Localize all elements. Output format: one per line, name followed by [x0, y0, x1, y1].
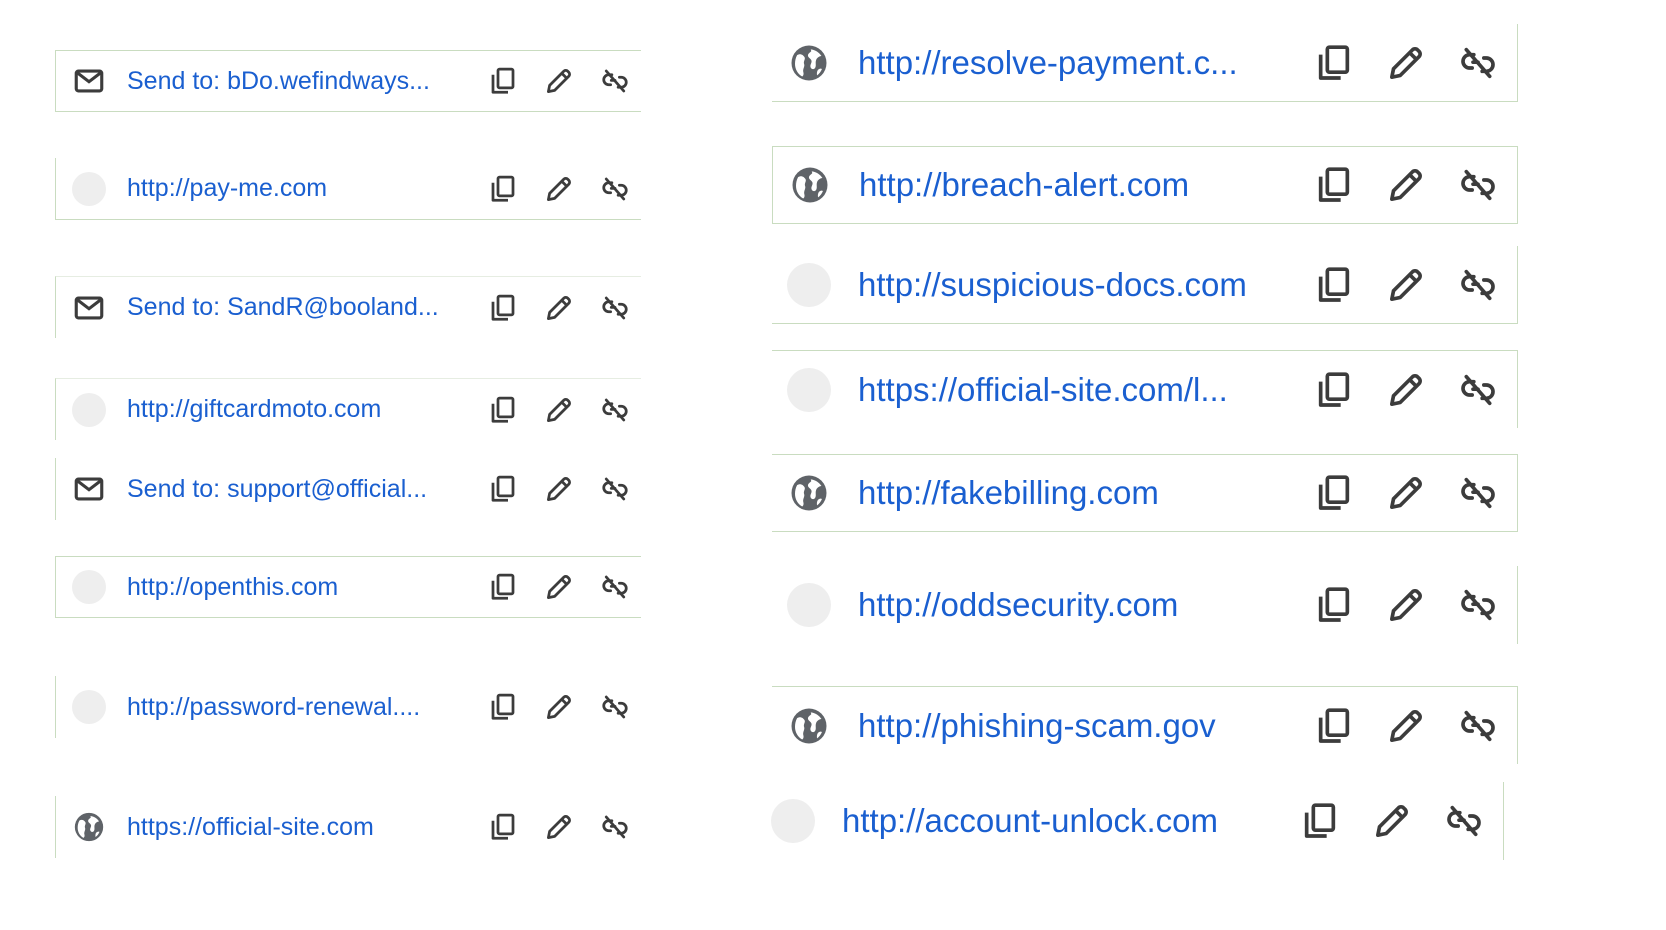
pencil-icon[interactable] [543, 394, 575, 426]
placeholder-icon [70, 570, 108, 604]
link-text[interactable]: http://fakebilling.com [858, 474, 1313, 512]
copy-icon[interactable] [1313, 705, 1355, 747]
copy-icon[interactable] [1313, 472, 1355, 514]
link-text[interactable]: http://resolve-payment.c... [858, 44, 1313, 82]
link-text[interactable]: http://breach-alert.com [859, 166, 1313, 204]
mail-icon [70, 472, 108, 506]
pencil-icon[interactable] [1385, 164, 1427, 206]
pencil-icon[interactable] [1385, 705, 1427, 747]
link-chip: Send to: SandR@booland... [55, 276, 641, 338]
mail-icon [70, 64, 108, 98]
copy-icon[interactable] [487, 65, 519, 97]
placeholder-icon [70, 690, 108, 724]
unlink-icon[interactable] [1457, 369, 1499, 411]
placeholder-icon [786, 262, 832, 307]
pencil-icon[interactable] [543, 292, 575, 324]
pencil-icon[interactable] [1385, 264, 1427, 306]
link-chip: http://resolve-payment.c... [772, 24, 1518, 102]
unlink-icon[interactable] [599, 173, 631, 205]
link-text[interactable]: http://oddsecurity.com [858, 586, 1313, 624]
unlink-icon[interactable] [599, 811, 631, 843]
pencil-icon[interactable] [1385, 584, 1427, 626]
link-text[interactable]: https://official-site.com [127, 813, 487, 842]
pencil-icon[interactable] [1371, 800, 1413, 842]
globe-icon [70, 810, 108, 844]
copy-icon[interactable] [487, 811, 519, 843]
placeholder-icon [786, 367, 832, 412]
copy-icon[interactable] [487, 394, 519, 426]
copy-icon[interactable] [1313, 369, 1355, 411]
copy-icon[interactable] [487, 571, 519, 603]
link-chip: http://openthis.com [55, 556, 641, 618]
placeholder-icon [70, 392, 108, 427]
copy-icon[interactable] [1299, 800, 1341, 842]
copy-icon[interactable] [487, 173, 519, 205]
link-text[interactable]: http://account-unlock.com [842, 802, 1299, 840]
unlink-icon[interactable] [599, 571, 631, 603]
copy-icon[interactable] [487, 473, 519, 505]
unlink-icon[interactable] [599, 394, 631, 426]
copy-icon[interactable] [1313, 264, 1355, 306]
link-text[interactable]: Send to: support@official... [127, 475, 487, 504]
link-text[interactable]: Send to: SandR@booland... [127, 293, 487, 322]
copy-icon[interactable] [487, 691, 519, 723]
pencil-icon[interactable] [543, 811, 575, 843]
link-chip: https://official-site.com/l... [772, 350, 1518, 428]
pencil-icon[interactable] [543, 173, 575, 205]
placeholder-icon [70, 171, 108, 206]
unlink-icon[interactable] [599, 292, 631, 324]
link-text[interactable]: Send to: bDo.wefindways... [127, 67, 487, 96]
link-chip: http://giftcardmoto.com [55, 378, 641, 440]
link-chip: http://pay-me.com [55, 158, 641, 220]
copy-icon[interactable] [487, 292, 519, 324]
unlink-icon[interactable] [1457, 264, 1499, 306]
copy-icon[interactable] [1313, 42, 1355, 84]
globe-icon [786, 472, 832, 514]
link-chip: http://suspicious-docs.com [772, 246, 1518, 324]
link-chip: Send to: bDo.wefindways... [55, 50, 641, 112]
unlink-icon[interactable] [599, 473, 631, 505]
link-text[interactable]: http://phishing-scam.gov [858, 707, 1313, 745]
globe-icon [786, 42, 832, 84]
pencil-icon[interactable] [1385, 472, 1427, 514]
pencil-icon[interactable] [1385, 42, 1427, 84]
link-chip: http://password-renewal.... [55, 676, 641, 738]
mail-icon [70, 291, 108, 325]
pencil-icon[interactable] [543, 571, 575, 603]
link-text[interactable]: http://password-renewal.... [127, 693, 487, 722]
link-chip: http://fakebilling.com [772, 454, 1518, 532]
unlink-icon[interactable] [1443, 800, 1485, 842]
link-text[interactable]: http://suspicious-docs.com [858, 266, 1313, 304]
pencil-icon[interactable] [1385, 369, 1427, 411]
copy-icon[interactable] [1313, 164, 1355, 206]
unlink-icon[interactable] [1457, 164, 1499, 206]
placeholder-icon [770, 799, 816, 843]
unlink-icon[interactable] [599, 65, 631, 97]
pencil-icon[interactable] [543, 65, 575, 97]
link-chip: Send to: support@official... [55, 458, 641, 520]
link-chip: https://official-site.com [55, 796, 641, 858]
link-chip: http://breach-alert.com [772, 146, 1518, 224]
unlink-icon[interactable] [1457, 42, 1499, 84]
link-text[interactable]: http://pay-me.com [127, 174, 487, 203]
unlink-icon[interactable] [599, 691, 631, 723]
link-text[interactable]: http://giftcardmoto.com [127, 395, 487, 424]
unlink-icon[interactable] [1457, 472, 1499, 514]
unlink-icon[interactable] [1457, 584, 1499, 626]
globe-icon [786, 705, 832, 747]
link-text[interactable]: https://official-site.com/l... [858, 371, 1313, 409]
pencil-icon[interactable] [543, 473, 575, 505]
link-text[interactable]: http://openthis.com [127, 573, 487, 602]
link-chip: http://phishing-scam.gov [772, 686, 1518, 764]
link-chip: http://account-unlock.com [756, 782, 1504, 860]
pencil-icon[interactable] [543, 691, 575, 723]
globe-icon [787, 164, 833, 206]
unlink-icon[interactable] [1457, 705, 1499, 747]
copy-icon[interactable] [1313, 584, 1355, 626]
link-chip: http://oddsecurity.com [772, 566, 1518, 644]
placeholder-icon [786, 583, 832, 627]
